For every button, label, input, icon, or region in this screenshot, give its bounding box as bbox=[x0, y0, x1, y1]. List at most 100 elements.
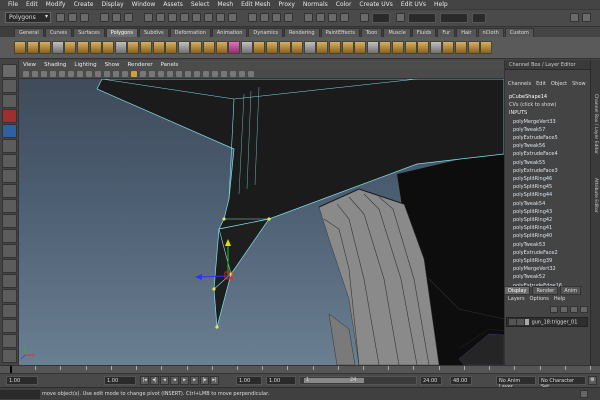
x-field[interactable] bbox=[408, 13, 436, 23]
panel-toolbar-icon[interactable] bbox=[122, 71, 128, 77]
panel-menu-panels[interactable]: Panels bbox=[157, 62, 183, 68]
shelf-poly-cylinder-icon[interactable] bbox=[39, 41, 52, 54]
history-node[interactable]: polySplitRing43 bbox=[509, 208, 590, 216]
snap-curve-icon[interactable] bbox=[260, 13, 269, 22]
time-slider[interactable] bbox=[0, 365, 600, 374]
panel-menu-renderer[interactable]: Renderer bbox=[123, 62, 156, 68]
history-node[interactable]: polyTweak53 bbox=[509, 241, 590, 249]
cvs-label[interactable]: CVs (click to show) bbox=[509, 101, 590, 109]
panel-toolbar-icon[interactable] bbox=[50, 71, 56, 77]
menu-modify[interactable]: Modify bbox=[42, 1, 70, 8]
menu-help[interactable]: Help bbox=[430, 1, 452, 8]
shelf-keep-faces-icon[interactable] bbox=[392, 41, 404, 54]
shelf-tab-muscle[interactable]: Muscle bbox=[383, 28, 411, 37]
shelf-duplicate-face-icon[interactable] bbox=[455, 41, 467, 54]
render-frame-icon[interactable] bbox=[316, 13, 325, 22]
step-back-frame-button[interactable]: ◂ bbox=[160, 376, 169, 385]
rotate-tool-icon[interactable] bbox=[2, 124, 17, 138]
history-node[interactable]: polySplitRing40 bbox=[509, 232, 590, 240]
mask-curves-icon[interactable] bbox=[168, 13, 177, 22]
move-tool-icon[interactable] bbox=[2, 109, 17, 123]
shelf-poly-soccer-icon[interactable] bbox=[140, 41, 152, 54]
select-hierarchy-icon[interactable] bbox=[100, 13, 109, 22]
panel-toolbar-icon[interactable] bbox=[158, 71, 164, 77]
menu-window[interactable]: Window bbox=[128, 1, 160, 8]
step-back-key-button[interactable]: ◂| bbox=[150, 376, 159, 385]
channel-box-menu-show[interactable]: Show bbox=[572, 81, 586, 88]
panel-toolbar-icon[interactable] bbox=[131, 71, 137, 77]
channel-box-menu-edit[interactable]: Edit bbox=[536, 81, 546, 88]
graph-editor-layout-icon[interactable] bbox=[2, 304, 17, 318]
shelf-tab-polygons[interactable]: Polygons bbox=[105, 28, 138, 37]
history-node[interactable]: polyTweak52 bbox=[509, 273, 590, 281]
menu-proxy[interactable]: Proxy bbox=[274, 1, 298, 8]
menu-file[interactable]: File bbox=[4, 1, 22, 8]
panel-menu-lighting[interactable]: Lighting bbox=[70, 62, 100, 68]
shelf-split-polygon-icon[interactable] bbox=[278, 41, 291, 54]
shelf-separate-icon[interactable] bbox=[177, 41, 190, 54]
go-to-start-button[interactable]: |◂ bbox=[140, 376, 149, 385]
channel-box-menu-object[interactable]: Object bbox=[551, 81, 567, 88]
history-node[interactable]: polyTweak54 bbox=[509, 200, 590, 208]
dope-sheet-layout-icon[interactable] bbox=[2, 319, 17, 333]
menu-color[interactable]: Color bbox=[332, 1, 356, 8]
history-node[interactable]: polyExtrudeFace3 bbox=[509, 167, 590, 175]
layer-menu-layers[interactable]: Layers bbox=[508, 296, 525, 302]
script-editor-icon[interactable] bbox=[580, 390, 588, 398]
show-channel-box-icon[interactable] bbox=[582, 13, 591, 22]
panel-toolbar-icon[interactable] bbox=[41, 71, 47, 77]
display-type-toggle-icon[interactable] bbox=[517, 319, 524, 325]
input-line-icon[interactable] bbox=[360, 13, 369, 22]
menu-create[interactable]: Create bbox=[70, 1, 98, 8]
channel-box-menu-channels[interactable]: Channels bbox=[508, 81, 531, 88]
panel-toolbar-icon[interactable] bbox=[203, 71, 209, 77]
select-object-icon[interactable] bbox=[112, 13, 121, 22]
select-tool-icon[interactable] bbox=[2, 64, 17, 78]
menu-display[interactable]: Display bbox=[98, 1, 128, 8]
shelf-poly-platonic-icon[interactable] bbox=[152, 41, 165, 54]
shelf-merge-icon[interactable] bbox=[404, 41, 417, 54]
shelf-extract-icon[interactable] bbox=[190, 41, 203, 54]
history-node[interactable]: polySplitRing41 bbox=[509, 224, 590, 232]
history-node[interactable]: polySplitRing39 bbox=[509, 257, 590, 265]
panel-toolbar-icon[interactable] bbox=[212, 71, 218, 77]
paint-select-tool-icon[interactable] bbox=[2, 94, 17, 108]
layer-menu-options[interactable]: Options bbox=[530, 296, 549, 302]
shelf-bevel-icon[interactable] bbox=[354, 41, 367, 54]
shelf-tab-curves[interactable]: Curves bbox=[44, 28, 73, 37]
shelf-fill-hole-icon[interactable] bbox=[480, 41, 493, 54]
mask-rendering-icon[interactable] bbox=[216, 13, 225, 22]
persp-graph-layout-icon[interactable] bbox=[2, 259, 17, 273]
attribute-editor-side-tab[interactable]: Attribute Editor bbox=[593, 178, 598, 213]
panel-toolbar-icon[interactable] bbox=[113, 71, 119, 77]
layer-move-down-icon[interactable] bbox=[560, 306, 568, 313]
layer-tab-anim[interactable]: Anim bbox=[560, 286, 582, 295]
shelf-tab-painteffects[interactable]: PaintEffects bbox=[320, 28, 360, 37]
panel-toolbar-icon[interactable] bbox=[59, 71, 65, 77]
shelf-tab-fur[interactable]: Fur bbox=[437, 28, 456, 37]
show-attribute-editor-icon[interactable] bbox=[570, 13, 579, 22]
history-node[interactable]: polyExtrudeFace4 bbox=[509, 150, 590, 158]
soft-mod-tool-icon[interactable] bbox=[2, 169, 17, 183]
channel-box-side-tab[interactable]: Channel Box / Layer Editor bbox=[593, 94, 598, 154]
shelf-tab-custom[interactable]: Custom bbox=[504, 28, 534, 37]
new-empty-layer-icon[interactable] bbox=[570, 306, 578, 313]
menu-mesh[interactable]: Mesh bbox=[213, 1, 237, 8]
current-time-field[interactable]: 1.00 bbox=[104, 376, 136, 385]
history-node[interactable]: polySplitRing44 bbox=[509, 191, 590, 199]
ipr-render-icon[interactable] bbox=[328, 13, 337, 22]
absolute-transform-icon[interactable] bbox=[396, 13, 405, 22]
panel-toolbar-icon[interactable] bbox=[248, 71, 254, 77]
shelf-poly-pyramid-icon[interactable] bbox=[102, 41, 115, 54]
panel-toolbar-icon[interactable] bbox=[149, 71, 155, 77]
shelf-tab-hair[interactable]: Hair bbox=[456, 28, 477, 37]
menu-select[interactable]: Select bbox=[187, 1, 214, 8]
y-field[interactable] bbox=[440, 13, 468, 23]
mask-handles-icon[interactable] bbox=[144, 13, 153, 22]
mask-dynamics-icon[interactable] bbox=[204, 13, 213, 22]
render-settings-icon[interactable] bbox=[340, 13, 349, 22]
history-node[interactable]: polyTweak55 bbox=[509, 159, 590, 167]
shelf-booleans-icon[interactable] bbox=[203, 41, 215, 54]
mask-joints-icon[interactable] bbox=[156, 13, 165, 22]
shelf-tab-toon[interactable]: Toon bbox=[360, 28, 383, 37]
